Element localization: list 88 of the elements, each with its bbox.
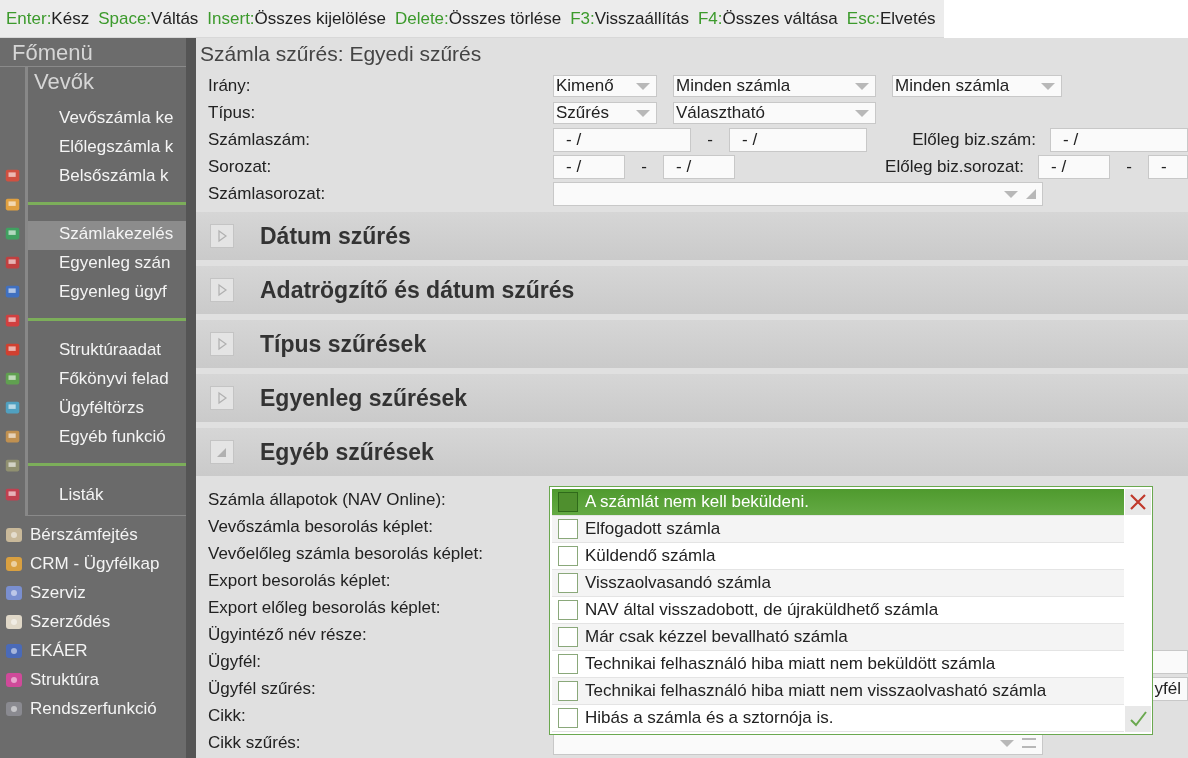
page-title: Számla szűrés: Egyedi szűrés (199, 42, 483, 67)
section-header[interactable]: Adatrögzítő és dátum szűrés (196, 266, 1188, 314)
menu-item[interactable]: Struktúra (30, 669, 99, 690)
shortcut-hint: Esc:Elvetés (846, 8, 936, 29)
field-label: Ügyfél szűrés: (208, 679, 317, 699)
field-label: Vevőelőleg számla besorolás képlet: (208, 544, 484, 564)
dropdown[interactable]: Szűrés (553, 102, 657, 124)
submenu-item[interactable]: Listák (28, 482, 186, 511)
expand-icon[interactable] (210, 224, 234, 248)
checkbox[interactable] (558, 654, 578, 674)
status-option[interactable]: Hibás a számla és a sztornója is. (552, 705, 1124, 732)
dropdown[interactable]: Minden számla (673, 75, 876, 97)
checkbox[interactable] (558, 573, 578, 593)
field-label: Sorozat: (208, 157, 273, 177)
input-field[interactable]: - (1148, 155, 1188, 179)
submenu-title: Vevők (33, 68, 95, 96)
expand-icon[interactable] (210, 386, 234, 410)
field-label: Számla állapotok (NAV Online): (208, 490, 447, 510)
menu-item[interactable]: CRM - Ügyfélkap (30, 553, 160, 574)
section-header[interactable]: Egyéb szűrések (196, 428, 1188, 476)
field-label: Ügyintéző név része: (208, 625, 368, 645)
field-label: Cikk: (208, 706, 247, 726)
checkbox[interactable] (558, 519, 578, 539)
expand-icon[interactable] (210, 278, 234, 302)
field-label: Ügyfél: (208, 652, 262, 672)
input-field[interactable]: - / (729, 128, 867, 152)
field-label: Cikk szűrés: (208, 733, 302, 753)
input-field[interactable]: - / (1038, 155, 1110, 179)
status-option[interactable]: Technikai felhasználó hiba miatt nem visszaolvasható számla (552, 678, 1124, 705)
menu-item[interactable]: Bérszámfejtés (30, 524, 138, 545)
menu-item[interactable]: Szerződés (30, 611, 111, 632)
expand-icon[interactable] (210, 332, 234, 356)
input-field[interactable]: - / (663, 155, 735, 179)
checkbox[interactable] (558, 546, 578, 566)
field-label: Típus: (208, 103, 257, 123)
shortcut-hint: Insert:Összes kijelölése (207, 8, 386, 29)
checkbox[interactable] (558, 708, 578, 728)
section-header[interactable]: Egyenleg szűrések (196, 374, 1188, 422)
field-label: Előleg biz.szám: (912, 130, 1037, 150)
input-field[interactable]: - / (553, 155, 625, 179)
status-option[interactable]: Már csak kézzel bevallható számla (552, 624, 1124, 651)
dropdown[interactable]: Minden számla (892, 75, 1062, 97)
submenu-item[interactable]: Belsőszámla k (28, 163, 186, 192)
range-separator: - (640, 157, 648, 177)
check-icon[interactable] (1125, 706, 1151, 732)
field-label: Export besorolás képlet: (208, 571, 392, 591)
field-label: Előleg biz.sorozat: (885, 157, 1025, 177)
shortcut-hint: Space:Váltás (98, 8, 199, 29)
field-label: Export előleg besorolás képlet: (208, 598, 442, 618)
submenu-item[interactable]: Előlegszámla k (28, 134, 186, 163)
range-separator: - (1125, 157, 1133, 177)
status-option[interactable]: Elfogadott számla (552, 516, 1124, 543)
field-label: Számlaszám: (208, 130, 312, 150)
submenu-item[interactable]: Egyenleg ügyf (28, 279, 186, 308)
field-label: Számlasorozat: (208, 184, 327, 204)
dropdown[interactable]: Kimenő (553, 75, 657, 97)
checkbox[interactable] (558, 681, 578, 701)
status-option[interactable]: Küldendő számla (552, 543, 1124, 570)
checkbox[interactable] (558, 492, 578, 512)
collapse-icon[interactable] (210, 440, 234, 464)
section-header[interactable]: Dátum szűrés (196, 212, 1188, 260)
status-option[interactable]: NAV által visszadobott, de újraküldhető számla (552, 597, 1124, 624)
field-label: Vevőszámla besorolás képlet: (208, 517, 434, 537)
shortcut-hint: F4:Összes váltása (698, 8, 838, 29)
checkbox[interactable] (558, 627, 578, 647)
menu-item[interactable]: Szerviz (30, 582, 86, 603)
field-label: Irány: (208, 76, 252, 96)
close-icon[interactable] (1125, 489, 1151, 515)
section-header[interactable]: Típus szűrések (196, 320, 1188, 368)
submenu-item[interactable]: Ügyféltörzs (28, 395, 186, 424)
dropdown[interactable] (553, 182, 1043, 206)
shortcut-hint: Enter:Kész (6, 8, 90, 29)
submenu-item[interactable]: Struktúraadat (28, 337, 186, 366)
checkbox[interactable] (558, 600, 578, 620)
submenu-item[interactable]: Főkönyvi felad (28, 366, 186, 395)
status-option[interactable]: Visszaolvasandó számla (552, 570, 1124, 597)
shortcut-hint: F3:Visszaállítás (570, 8, 689, 29)
dropdown[interactable]: Választható (673, 102, 876, 124)
submenu-item[interactable]: Vevőszámla ke (28, 105, 186, 134)
shortcut-hint: Delete:Összes törlése (394, 8, 562, 29)
submenu-item[interactable]: Egyéb funkció (28, 424, 186, 453)
menu-item[interactable]: Rendszerfunkció (30, 698, 157, 719)
range-separator: - (706, 130, 714, 150)
input-field[interactable]: - / (1050, 128, 1188, 152)
submenu-item[interactable]: Egyenleg szán (28, 250, 186, 279)
menu-item[interactable]: EKÁER (30, 640, 88, 661)
input-field[interactable]: - / (553, 128, 691, 152)
status-option[interactable]: Technikai felhasználó hiba miatt nem beküldött számla (552, 651, 1124, 678)
